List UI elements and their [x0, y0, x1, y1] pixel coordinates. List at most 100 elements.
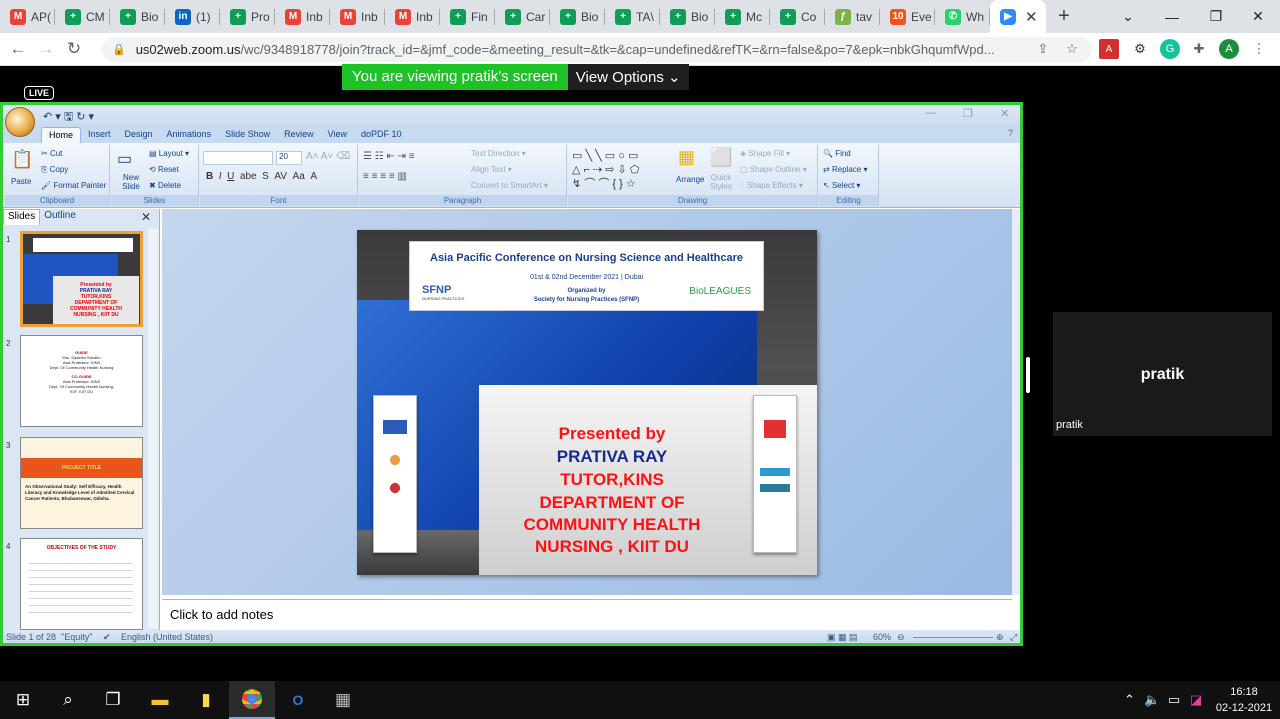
reload-icon[interactable]: ↻ [60, 39, 88, 59]
chrome-menu-icon[interactable]: ⋮ [1249, 39, 1269, 59]
url-bar[interactable]: 🔒 us02web.zoom.us/wc/9348918778/join?tra… [102, 37, 1092, 62]
pdf-extension-icon[interactable]: A [1099, 39, 1119, 59]
quick-styles-icon[interactable]: ⬜ [710, 147, 732, 168]
text-direction-button[interactable]: Text Direction ▾ [471, 149, 526, 158]
panel-close-icon[interactable]: ✕ [137, 209, 155, 225]
format-painter-button[interactable]: 🖌 Format Painter [41, 181, 106, 190]
lock-icon[interactable]: 🔒 [112, 43, 126, 56]
new-slide-button[interactable]: New Slide [117, 173, 145, 191]
system-clock[interactable]: 16:18 02-12-2021 [1213, 684, 1275, 716]
ribbon-tab-animations[interactable]: Animations [160, 127, 219, 143]
profile-avatar[interactable]: A [1219, 39, 1239, 59]
canvas-scrollbar[interactable] [1012, 209, 1020, 595]
align-text-button[interactable]: Align Text ▾ [471, 165, 512, 174]
browser-tab[interactable]: + Bio [660, 0, 715, 33]
browser-tab[interactable]: M Inb [275, 0, 330, 33]
browser-tab[interactable]: + Co [770, 0, 825, 33]
minimize-button[interactable]: — [1150, 0, 1194, 33]
replace-button[interactable]: ⇄ Replace ▾ [823, 165, 868, 174]
slide-thumbnail-1[interactable]: Presented by PRATIVA RAY TUTOR,KINS DEPARTM… [20, 231, 143, 327]
shape-outline-button[interactable]: ▢ Shape Outline ▾ [740, 165, 807, 174]
slide-thumbnail-2[interactable]: GUIDE Mrs. Sasmita Saudhu Asst.Professor… [20, 335, 143, 427]
list-buttons[interactable]: ☰ ☷ ⇤ ⇥ ≡ [363, 151, 415, 162]
browser-tab[interactable]: M AP( [0, 0, 55, 33]
browser-tab[interactable]: + Car [495, 0, 550, 33]
ppt-minimize-button[interactable]: — [925, 107, 936, 119]
reset-button[interactable]: ⟲ Reset [149, 165, 179, 174]
slides-tab[interactable]: Slides [3, 209, 41, 225]
browser-tab[interactable]: ƒ tav [825, 0, 880, 33]
browser-tab[interactable]: + CM [55, 0, 110, 33]
shape-effects-button[interactable]: ◌ Shape Effects ▾ [740, 181, 803, 190]
convert-smartart-button[interactable]: Convert to SmartArt ▾ [471, 181, 548, 190]
paste-button[interactable]: Paste [11, 177, 31, 186]
view-buttons[interactable]: ▣ ▦ ▤ [827, 632, 858, 643]
browser-tab[interactable]: + TA\ [605, 0, 660, 33]
zoom-slider[interactable] [913, 637, 993, 638]
spell-check-icon[interactable]: ✔ [103, 632, 111, 643]
shapes-gallery[interactable]: ▭ ╲ ╲ ▭ ○ ▭ △ ⌐ ⇢ ⇨ ⇩ ⬠ ↯ ⌒ ⌒ { } ☆ [572, 149, 639, 191]
align-buttons[interactable]: ≡ ≡ ≡ ≡ ▥ [363, 171, 407, 182]
grammarly-icon[interactable]: G [1160, 39, 1180, 59]
close-tab-icon[interactable]: ✕ [1025, 8, 1038, 26]
bookmark-star-icon[interactable]: ☆ [1062, 39, 1082, 59]
sticky-notes-icon[interactable]: ▮ [183, 681, 229, 719]
current-slide[interactable]: Asia Pacific Conference on Nursing Scien… [357, 230, 817, 575]
browser-tab[interactable]: M Inb [385, 0, 440, 33]
network-icon[interactable]: ▭ [1168, 681, 1180, 719]
select-button[interactable]: ↖ Select ▾ [823, 181, 860, 190]
outline-tab[interactable]: Outline [40, 209, 80, 225]
extension-badge-icon[interactable]: ⚙ [1130, 39, 1150, 59]
outlook-icon[interactable]: O [275, 681, 321, 719]
font-format-buttons[interactable]: B I U abe S AV Aa A [206, 171, 317, 182]
notes-pane[interactable]: Click to add notes [162, 599, 1012, 630]
browser-tab[interactable]: 10 Eve [880, 0, 935, 33]
tab-search-icon[interactable]: ⌄ [1106, 0, 1150, 33]
ribbon-tab-slide-show[interactable]: Slide Show [218, 127, 277, 143]
ppt-close-button[interactable]: ✕ [1000, 107, 1009, 120]
gallery-resize-handle[interactable] [1026, 357, 1030, 393]
fit-window-icon[interactable]: ⤢ [1010, 632, 1017, 643]
browser-tab[interactable]: M Inb [330, 0, 385, 33]
ribbon-tab-design[interactable]: Design [118, 127, 160, 143]
ribbon-tab-view[interactable]: View [321, 127, 354, 143]
close-window-button[interactable]: ✕ [1236, 0, 1280, 33]
file-explorer-icon[interactable]: ▬ [137, 681, 183, 719]
layout-button[interactable]: ▤ Layout ▾ [149, 149, 189, 158]
browser-tab[interactable]: in (1) [165, 0, 220, 33]
back-arrow-icon[interactable]: ← [4, 39, 32, 59]
browser-tab[interactable]: + Pro [220, 0, 275, 33]
ribbon-tab-dopdf-10[interactable]: doPDF 10 [354, 127, 409, 143]
office-button[interactable] [5, 107, 35, 137]
task-view-icon[interactable]: ❐ [90, 681, 136, 719]
search-icon[interactable]: ⌕ [45, 681, 91, 719]
restore-button[interactable]: ❐ [1194, 0, 1238, 33]
participant-video-tile[interactable]: pratik pratik [1053, 312, 1272, 436]
copy-button[interactable]: ⎘ Copy [41, 165, 68, 175]
start-windows-icon[interactable]: ⊞ [0, 681, 46, 719]
grow-font-icon[interactable]: A˄ A˅ ⌫ [306, 151, 350, 162]
font-size-box[interactable]: 20 [276, 151, 302, 165]
arrange-button[interactable]: Arrange [676, 175, 704, 184]
browser-tab[interactable]: + Mc [715, 0, 770, 33]
chrome-icon[interactable] [229, 681, 275, 719]
ppt-restore-button[interactable]: ❐ [963, 107, 973, 120]
font-name-box[interactable] [203, 151, 273, 165]
zoom-out-icon[interactable]: ⊖ [897, 632, 905, 643]
extensions-puzzle-icon[interactable]: ✚ [1189, 39, 1209, 59]
browser-tab[interactable]: + Bio [110, 0, 165, 33]
share-icon[interactable]: ⇪ [1033, 39, 1053, 59]
find-button[interactable]: 🔍 Find [823, 149, 851, 158]
slide-thumbnail-4[interactable]: OBJECTIVES OF THE STUDY [20, 538, 143, 630]
help-icon[interactable]: ? [1008, 128, 1013, 138]
quick-access-toolbar[interactable]: ↶ ▾ 🖫 ↻ ▾ [43, 108, 94, 127]
slide-thumbnail-3[interactable]: PROJECT TITLE An Observational Study: Se… [20, 437, 143, 529]
browser-tab[interactable]: + Fin [440, 0, 495, 33]
browser-tab-active-zoom[interactable]: ▶ ✕ [990, 0, 1046, 33]
ribbon-tab-insert[interactable]: Insert [81, 127, 118, 143]
browser-tab[interactable]: + Bio [550, 0, 605, 33]
app-tray-icon[interactable]: ◪ [1190, 681, 1202, 719]
shape-fill-button[interactable]: ◈ Shape Fill ▾ [740, 149, 790, 158]
ribbon-tab-home[interactable]: Home [41, 127, 82, 143]
show-hidden-icons[interactable]: ⌃ [1124, 681, 1135, 719]
